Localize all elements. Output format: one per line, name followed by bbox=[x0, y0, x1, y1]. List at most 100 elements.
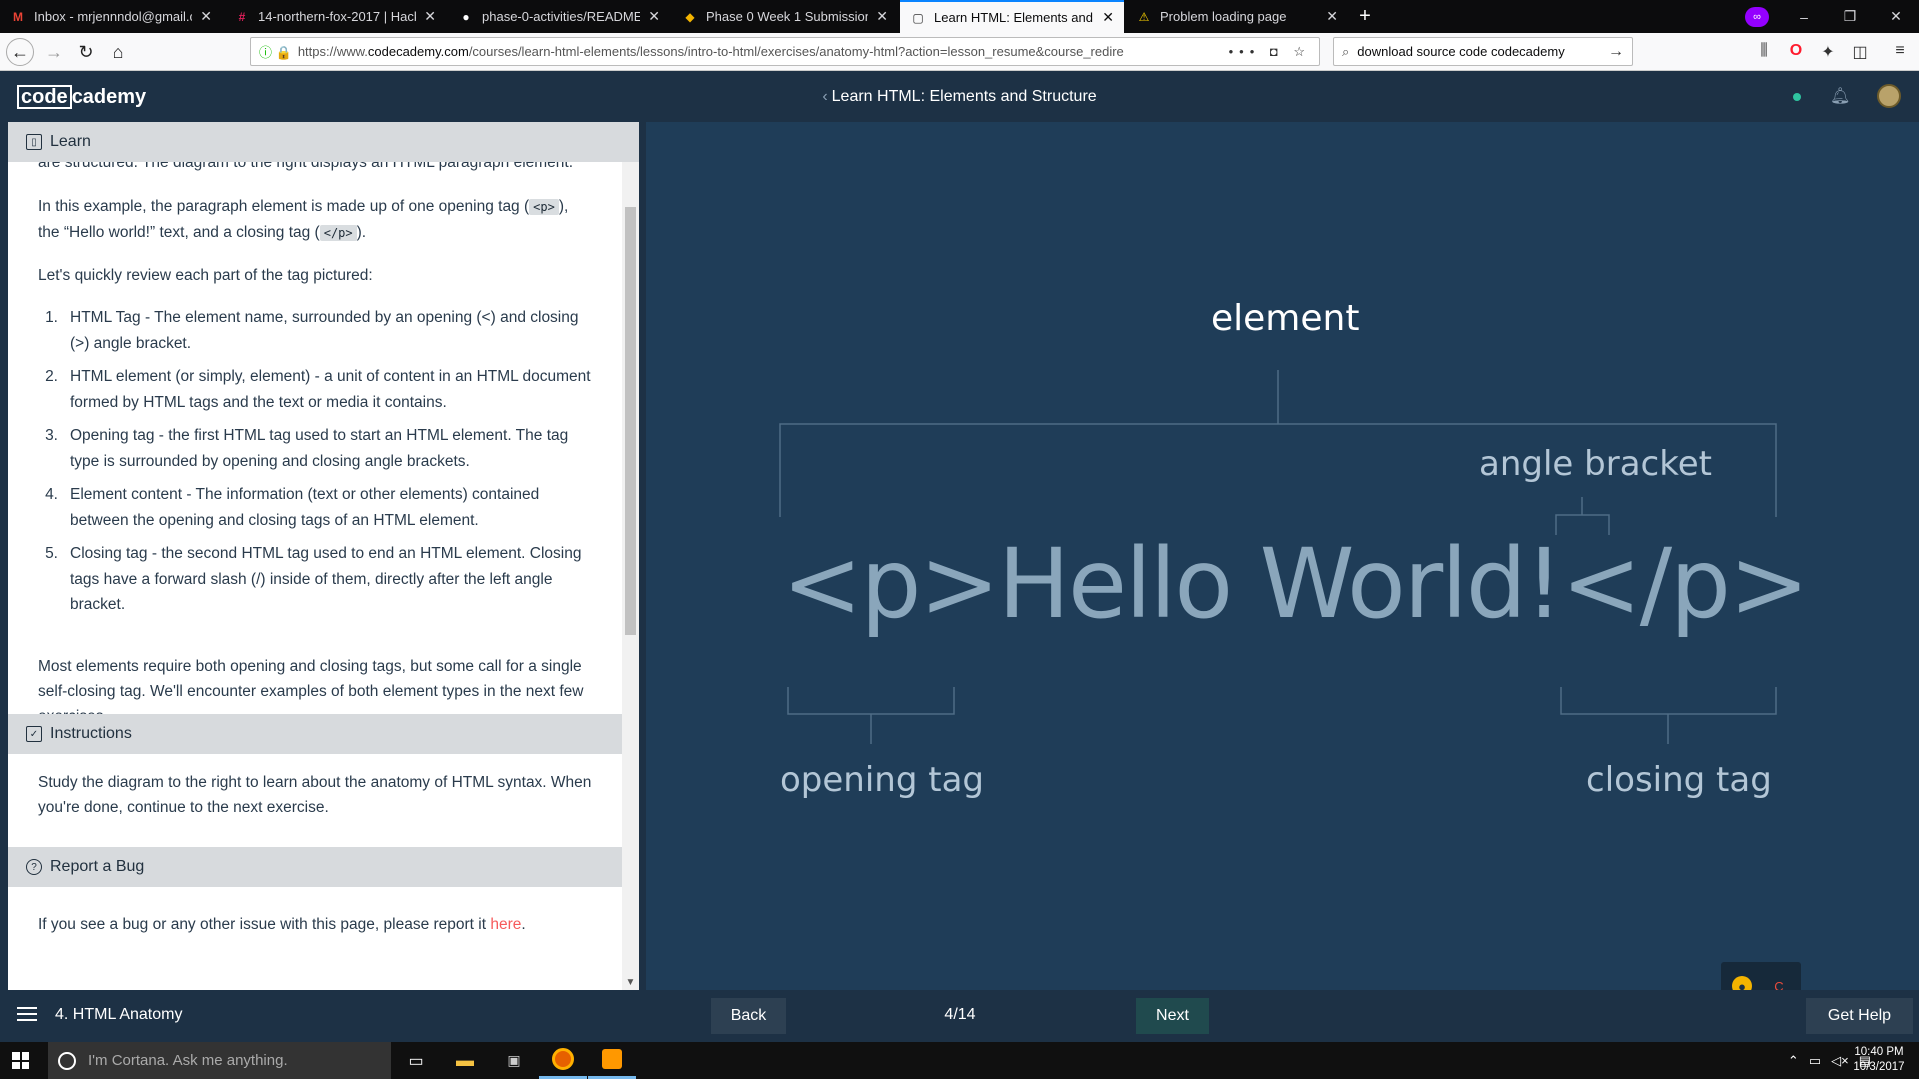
progress-indicator: 4/14 bbox=[944, 1006, 976, 1023]
close-icon[interactable]: ✕ bbox=[424, 8, 436, 25]
angle-bracket-label: angle bracket bbox=[1479, 444, 1712, 484]
instructions-heading: Instructions bbox=[50, 725, 132, 742]
tab-title: Learn HTML: Elements and Str bbox=[934, 10, 1094, 25]
url-path: /courses/learn-html-elements/lessons/int… bbox=[468, 44, 1124, 59]
chevron-up-icon[interactable]: ⌃ bbox=[1788, 1053, 1799, 1069]
url-domain: codecademy.com bbox=[367, 44, 469, 59]
clock-date: 10/3/2017 bbox=[1853, 1061, 1905, 1073]
close-icon[interactable]: ✕ bbox=[648, 8, 660, 25]
home-icon[interactable]: ⌂ bbox=[104, 38, 132, 66]
list-item: 5. Closing tag - the second HTML tag used… bbox=[38, 541, 598, 618]
private-mask-icon: ∞ bbox=[1745, 7, 1769, 27]
minimize-icon[interactable]: – bbox=[1781, 0, 1827, 33]
close-icon[interactable]: ✕ bbox=[1326, 8, 1338, 25]
text: In this example, the paragraph element i… bbox=[38, 198, 530, 215]
close-icon[interactable]: ✕ bbox=[200, 8, 212, 25]
tab-gmail[interactable]: M Inbox - mrjennndol@gmail.co ✕ bbox=[0, 0, 222, 33]
codecademy-header: code cademy ‹ Learn HTML: Elements and Str… bbox=[0, 72, 1919, 122]
report-bug-content: If you see a bug or any other issue with… bbox=[8, 887, 622, 990]
course-title[interactable]: ‹ Learn HTML: Elements and Structure bbox=[0, 88, 1919, 106]
report-bug-section-header[interactable]: ? Report a Bug bbox=[8, 847, 622, 887]
scrollbar[interactable]: ▼ bbox=[622, 162, 639, 990]
exercise-name[interactable]: 4. HTML Anatomy bbox=[55, 1006, 182, 1024]
clock[interactable]: 10:40 PM 10/3/2017 bbox=[1849, 1045, 1909, 1075]
reload-icon[interactable]: ↻ bbox=[72, 38, 100, 66]
extension-icon[interactable]: ✦ bbox=[1818, 42, 1838, 62]
get-help-button[interactable]: Get Help bbox=[1806, 998, 1913, 1034]
tab-forms[interactable]: ◆ Phase 0 Week 1 Submissions F ✕ bbox=[672, 0, 898, 33]
page-actions-icons[interactable]: ••• ◘ ☆ bbox=[1221, 44, 1319, 60]
navigation-toolbar: ← → ↻ ⌂ ⓘ 🔒 https://www.codecademy.com/c… bbox=[0, 33, 1919, 71]
tab-github[interactable]: ● phase-0-activities/README-W ✕ bbox=[448, 0, 670, 33]
tab-title: Inbox - mrjennndol@gmail.co bbox=[34, 9, 193, 24]
terminal-icon[interactable]: ▣ bbox=[490, 1042, 538, 1079]
sublime-text-icon[interactable] bbox=[588, 1042, 636, 1079]
gmail-icon: M bbox=[13, 9, 23, 24]
search-go-arrow-icon[interactable]: → bbox=[1608, 43, 1624, 61]
course-title-text: Learn HTML: Elements and Structure bbox=[831, 88, 1097, 105]
report-bug-link[interactable]: here bbox=[490, 916, 521, 933]
list-item: 2. HTML element (or simply, element) - a … bbox=[38, 364, 598, 415]
slack-icon: # bbox=[238, 9, 246, 24]
cut-off-text: are structured. The diagram to the right… bbox=[38, 162, 574, 171]
list-text: HTML Tag - The element name, surrounded … bbox=[70, 309, 579, 352]
back-button[interactable]: Back bbox=[711, 998, 786, 1034]
closing-tag-label: closing tag bbox=[1586, 760, 1772, 800]
lesson-panel: ▯ Learn are structured. The diagram to t… bbox=[8, 122, 639, 990]
paragraph-intro: In this example, the paragraph element i… bbox=[38, 194, 593, 246]
text: ). bbox=[356, 224, 367, 241]
tab-title: Phase 0 Week 1 Submissions F bbox=[706, 9, 868, 24]
hamburger-menu-icon[interactable]: ≡ bbox=[1890, 42, 1910, 60]
address-bar[interactable]: ⓘ 🔒 https://www.codecademy.com/courses/l… bbox=[250, 37, 1320, 66]
menu-icon[interactable] bbox=[17, 1007, 37, 1021]
back-arrow-icon[interactable]: ← bbox=[6, 38, 34, 66]
volume-muted-icon[interactable]: ◁× bbox=[1831, 1053, 1849, 1069]
new-tab-button[interactable]: + bbox=[1353, 0, 1377, 33]
library-icon[interactable]: ⫼ bbox=[1754, 42, 1774, 60]
tab-slack[interactable]: # 14-northern-fox-2017 | Hackti ✕ bbox=[224, 0, 446, 33]
next-button[interactable]: Next bbox=[1136, 998, 1209, 1034]
tab-title: 14-northern-fox-2017 | Hackti bbox=[258, 9, 417, 24]
search-input[interactable]: download source code codecademy bbox=[1357, 44, 1564, 59]
window-close-icon[interactable]: ✕ bbox=[1873, 0, 1919, 33]
learn-section-header[interactable]: ▯ Learn bbox=[8, 122, 639, 162]
sidebar-icon[interactable]: ◫ bbox=[1850, 42, 1870, 62]
html-anatomy-diagram: element angle bracket <p>Hello World!</p… bbox=[646, 122, 1919, 990]
firefox-icon[interactable] bbox=[539, 1042, 587, 1079]
anatomy-list: 1. HTML Tag - The element name, surrounde… bbox=[38, 305, 598, 626]
bell-icon[interactable]: 🔔︎ bbox=[1830, 86, 1850, 106]
windows-start-icon[interactable] bbox=[12, 1052, 29, 1069]
list-text: HTML element (or simply, element) - a un… bbox=[70, 368, 591, 411]
instructions-text: Study the diagram to the right to learn … bbox=[38, 774, 592, 816]
avatar[interactable] bbox=[1877, 84, 1901, 108]
list-item: 4. Element content - The information (tex… bbox=[38, 482, 598, 533]
list-text: Opening tag - the first HTML tag used to… bbox=[70, 427, 569, 470]
search-bar[interactable]: ⌕ download source code codecademy → bbox=[1333, 37, 1633, 66]
report-bug-text: If you see a bug or any other issue with… bbox=[38, 912, 593, 937]
list-number: 3. bbox=[45, 427, 58, 444]
text: If you see a bug or any other issue with… bbox=[38, 916, 491, 933]
restore-icon[interactable]: ❐ bbox=[1827, 0, 1873, 33]
chevron-down-icon[interactable]: ▼ bbox=[622, 977, 639, 988]
cortana-search[interactable]: I'm Cortana. Ask me anything. bbox=[48, 1042, 391, 1079]
tab-problem-loading[interactable]: ⚠ Problem loading page ✕ bbox=[1126, 0, 1348, 33]
cortana-icon bbox=[58, 1051, 76, 1070]
tab-codecademy[interactable]: ▢ Learn HTML: Elements and Str ✕ bbox=[900, 0, 1124, 33]
scrollbar-thumb[interactable] bbox=[625, 207, 636, 635]
learn-heading: Learn bbox=[50, 133, 91, 150]
instructions-section-header[interactable]: ✓ Instructions bbox=[8, 714, 622, 754]
network-icon[interactable]: ▭ bbox=[1809, 1053, 1821, 1069]
list-number: 2. bbox=[45, 368, 58, 385]
opera-icon[interactable]: O bbox=[1786, 42, 1806, 60]
file-explorer-icon[interactable]: ▬ bbox=[441, 1042, 489, 1079]
close-icon[interactable]: ✕ bbox=[876, 8, 888, 25]
inline-code: <p> bbox=[529, 199, 559, 215]
search-icon: ⌕ bbox=[1342, 43, 1350, 59]
task-view-icon[interactable]: ▭ bbox=[392, 1042, 440, 1079]
url-text[interactable]: https://www.codecademy.com/courses/learn… bbox=[298, 44, 1221, 59]
forward-arrow-icon[interactable]: → bbox=[40, 38, 68, 66]
lesson-footer: 4. HTML Anatomy Back 4/14 Next Get Help bbox=[0, 990, 1919, 1042]
github-icon: ● bbox=[462, 9, 470, 24]
text: ), bbox=[558, 198, 569, 215]
close-icon[interactable]: ✕ bbox=[1102, 9, 1114, 26]
